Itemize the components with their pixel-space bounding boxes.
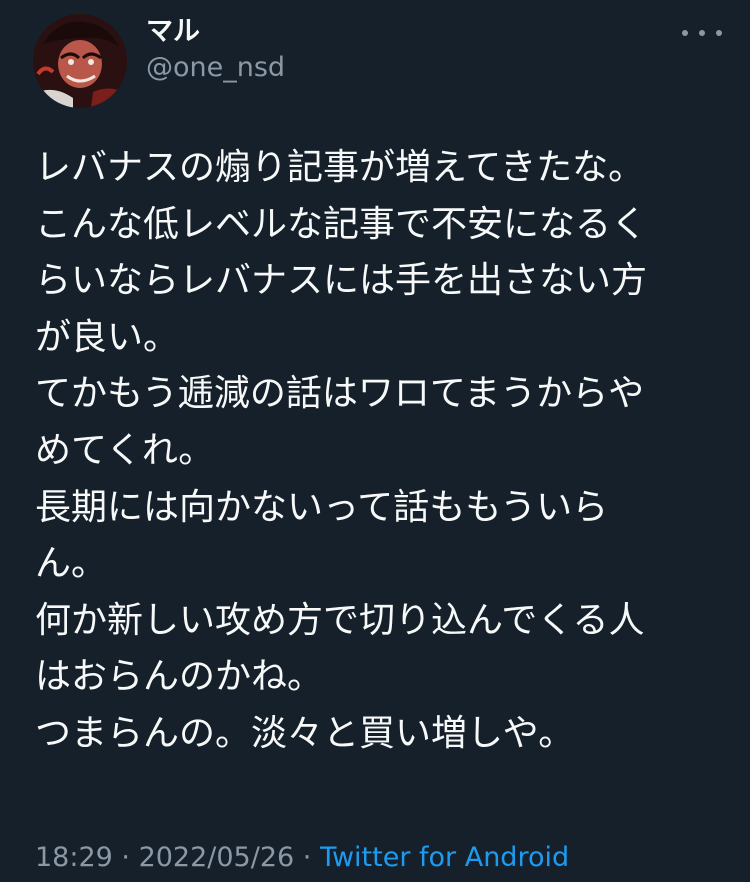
tweet-line: 何か新しい攻め方で切り込んでくる人 (35, 599, 645, 641)
tweet-line: つまらんの。淡々と買い増しや。 (35, 712, 575, 754)
more-dot (682, 30, 688, 36)
tweet-text: レバナスの煽り記事が増えてきたな。 こんな低レベルな記事で不安になるく らいなら… (35, 140, 715, 763)
display-name[interactable]: マル (146, 14, 200, 50)
tweet-line: らいならレバナスには手を出さない方 (35, 260, 648, 302)
avatar-image (33, 14, 127, 108)
tweet-line: 長期には向かないって話ももういら (35, 486, 609, 528)
tweet-line: ん。 (35, 543, 108, 585)
tweet-line: めてくれ。 (35, 429, 215, 471)
tweet-line: てかもう逓減の話はワロてまうからや (35, 373, 645, 415)
tweet: マル @one_nsd レバナスの煽り記事が増えてきたな。 こんな低レベルな記事… (0, 0, 750, 882)
tweet-line: レバナスの煽り記事が増えてきたな。 (35, 147, 645, 188)
tweet-source-link[interactable]: Twitter for Android (320, 842, 569, 873)
tweet-meta: 18:29 · 2022/05/26 · Twitter for Android (35, 840, 569, 876)
tweet-time[interactable]: 18:29 (35, 842, 113, 873)
tweet-date[interactable]: 2022/05/26 (139, 842, 295, 873)
meta-separator: · (294, 842, 320, 873)
avatar[interactable] (33, 14, 127, 108)
tweet-line: こんな低レベルな記事で不安になるく (35, 203, 648, 245)
more-dot (716, 30, 722, 36)
more-horizontal-icon[interactable] (682, 18, 722, 48)
more-dot (699, 30, 705, 36)
tweet-line: はおらんのかね。 (35, 656, 324, 698)
user-handle[interactable]: @one_nsd (146, 50, 285, 86)
tweet-line: が良い。 (35, 316, 180, 358)
meta-separator: · (112, 842, 139, 873)
